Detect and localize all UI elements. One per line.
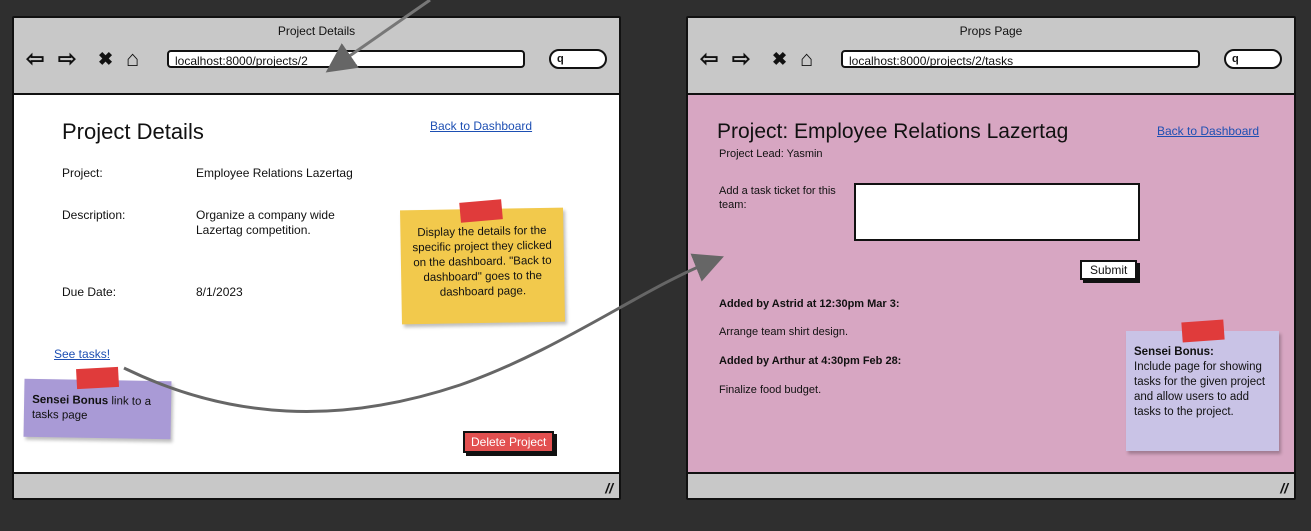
field-label-project: Project: xyxy=(62,166,103,180)
status-bar: // xyxy=(688,476,1294,498)
tape-icon xyxy=(76,366,120,390)
home-icon[interactable]: ⌂ xyxy=(800,48,813,70)
task-header: Added by Arthur at 4:30pm Feb 28: xyxy=(719,355,902,367)
search-box[interactable]: q xyxy=(549,49,607,69)
sticky-note-details: Display the details for the specific pro… xyxy=(400,199,565,325)
sticky-note-bold: Sensei Bonus xyxy=(32,393,109,408)
delete-project-button[interactable]: Delete Project xyxy=(463,431,555,453)
task-text: Arrange team shirt design. xyxy=(719,326,849,338)
task-input[interactable] xyxy=(854,183,1140,241)
window-title: Project Details xyxy=(277,24,356,38)
field-label-description: Description: xyxy=(62,208,126,222)
page-title: Project: Employee Relations Lazertag xyxy=(717,120,1069,143)
resize-grip-icon[interactable]: // xyxy=(605,480,613,496)
back-arrow-icon[interactable]: ⇦ xyxy=(700,48,718,70)
back-arrow-icon[interactable]: ⇦ xyxy=(26,48,44,70)
forward-arrow-icon[interactable]: ⇨ xyxy=(732,48,750,70)
back-to-dashboard-link[interactable]: Back to Dashboard xyxy=(1157,124,1259,138)
page-title: Project Details xyxy=(62,119,204,144)
search-icon: q xyxy=(1232,53,1239,65)
browser-toolbar: ⇦ ⇨ ✖ ⌂ localhost:8000/projects/2/tasks … xyxy=(696,46,1286,74)
project-lead: Project Lead: Yasmin xyxy=(719,148,823,160)
task-input-label: Add a task ticket for this team: xyxy=(719,185,836,211)
sticky-note-text: Display the details for the specific pro… xyxy=(412,224,552,299)
task-header: Added by Astrid at 12:30pm Mar 3: xyxy=(719,298,900,310)
window-title: Props Page xyxy=(959,24,1023,38)
field-label-due-date: Due Date: xyxy=(62,285,117,299)
sticky-note-bonus-tasks: Sensei Bonus: Include page for showing t… xyxy=(1126,319,1279,451)
field-value-description: Organize a company wide Lazertag competi… xyxy=(196,208,335,237)
field-value-project: Employee Relations Lazertag xyxy=(196,166,353,180)
address-bar[interactable]: localhost:8000/projects/2/tasks xyxy=(841,50,1200,68)
see-tasks-link[interactable]: See tasks! xyxy=(54,347,110,361)
task-text: Finalize food budget. xyxy=(719,384,822,396)
tape-icon xyxy=(459,199,503,223)
submit-button[interactable]: Submit xyxy=(1080,260,1138,280)
forward-arrow-icon[interactable]: ⇨ xyxy=(58,48,76,70)
sticky-note-bonus-link: Sensei Bonus link to a tasks page xyxy=(23,366,172,440)
resize-grip-icon[interactable]: // xyxy=(1280,480,1288,496)
sticky-note-bold: Sensei Bonus: xyxy=(1134,346,1214,358)
tape-icon xyxy=(1181,319,1225,343)
home-icon[interactable]: ⌂ xyxy=(126,48,139,70)
stop-icon[interactable]: ✖ xyxy=(98,48,113,70)
search-icon: q xyxy=(557,53,564,65)
stop-icon[interactable]: ✖ xyxy=(772,48,787,70)
sticky-note-text: Include page for showing tasks for the g… xyxy=(1134,361,1266,418)
field-value-due-date: 8/1/2023 xyxy=(196,285,243,299)
address-bar[interactable]: localhost:8000/projects/2 xyxy=(167,50,525,68)
search-box[interactable]: q xyxy=(1224,49,1282,69)
status-bar: // xyxy=(14,476,619,498)
browser-toolbar: ⇦ ⇨ ✖ ⌂ localhost:8000/projects/2 q xyxy=(22,46,611,74)
back-to-dashboard-link[interactable]: Back to Dashboard xyxy=(430,119,532,133)
